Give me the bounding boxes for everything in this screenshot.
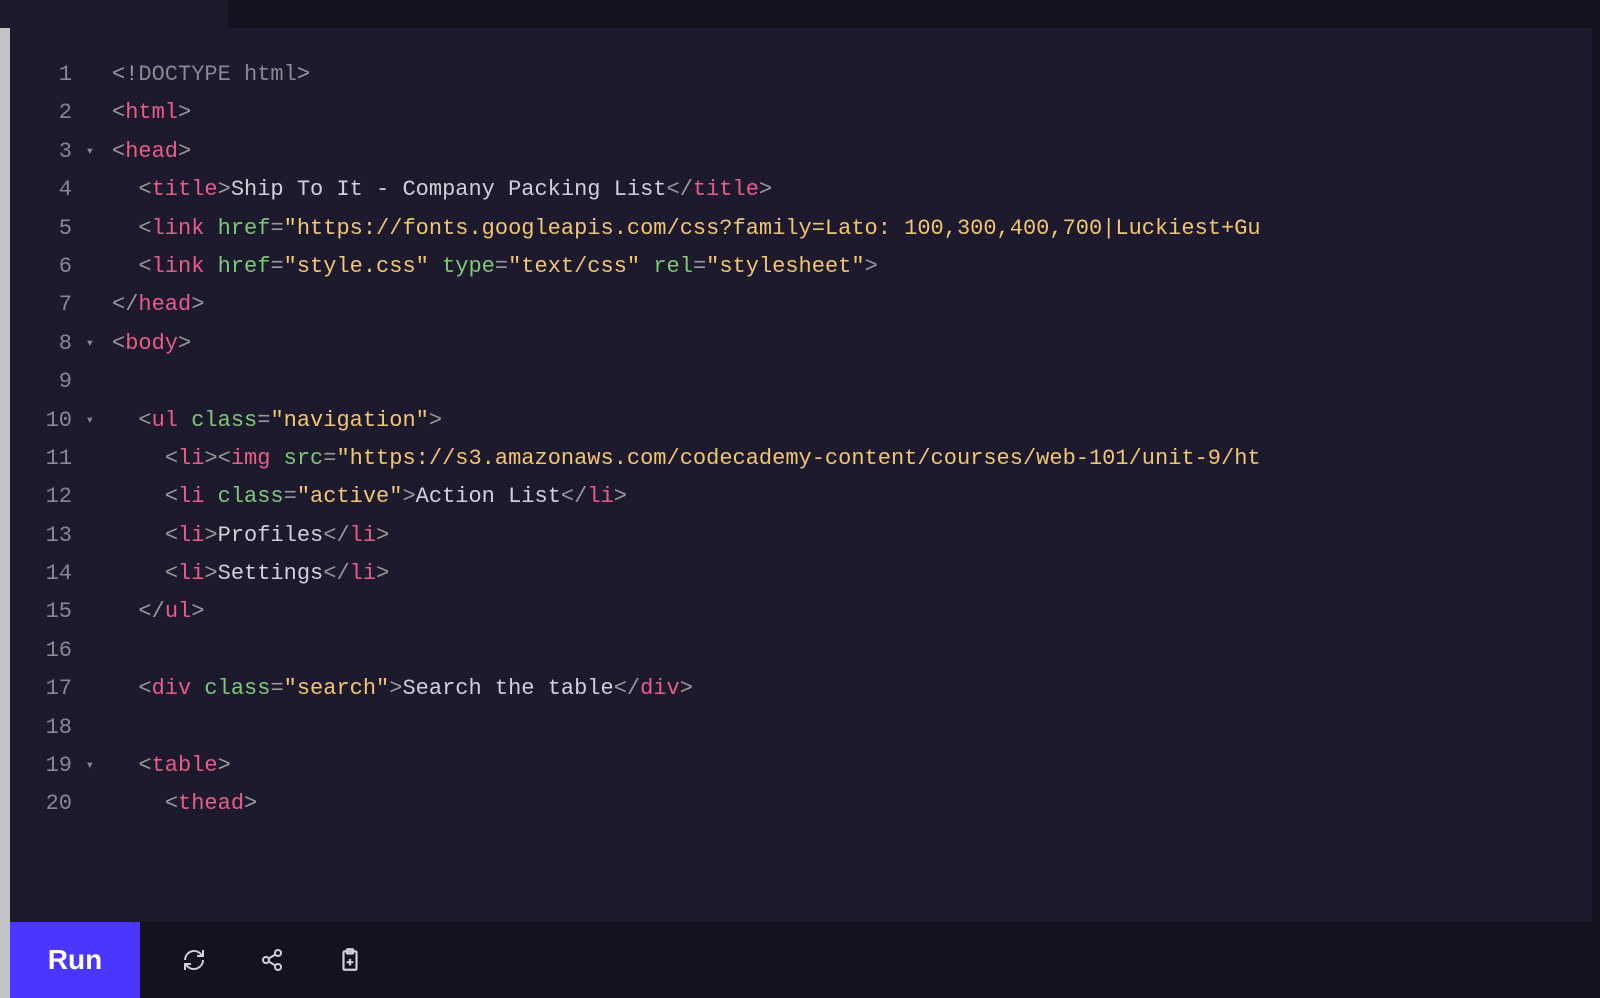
- fold-marker-icon[interactable]: ▾: [82, 133, 94, 171]
- code-line[interactable]: <html>: [112, 94, 1600, 132]
- fold-marker-icon[interactable]: ▾: [82, 325, 94, 363]
- code-line[interactable]: <li>Profiles</li>: [112, 517, 1600, 555]
- bottom-toolbar: Run: [0, 922, 1600, 998]
- code-line[interactable]: <!DOCTYPE html>: [112, 56, 1600, 94]
- line-number[interactable]: 20: [10, 785, 112, 823]
- line-number[interactable]: 9: [10, 363, 112, 401]
- line-number[interactable]: 2: [10, 94, 112, 132]
- code-area[interactable]: <!DOCTYPE html><html><head> <title>Ship …: [112, 28, 1600, 922]
- left-margin: [0, 28, 10, 922]
- code-line[interactable]: [112, 363, 1600, 401]
- tab-bar: [0, 0, 1600, 28]
- code-line[interactable]: <li class="active">Action List</li>: [112, 478, 1600, 516]
- line-number[interactable]: 14: [10, 555, 112, 593]
- refresh-icon[interactable]: [180, 946, 208, 974]
- code-line[interactable]: <head>: [112, 133, 1600, 171]
- code-line[interactable]: [112, 709, 1600, 747]
- line-number[interactable]: 3▾: [10, 133, 112, 171]
- gutter[interactable]: 123▾45678▾910▾111213141516171819▾20: [10, 28, 112, 922]
- code-line[interactable]: <div class="search">Search the table</di…: [112, 670, 1600, 708]
- code-line[interactable]: </head>: [112, 286, 1600, 324]
- code-line[interactable]: <thead>: [112, 785, 1600, 823]
- code-line[interactable]: [112, 632, 1600, 670]
- tab-active-area[interactable]: [0, 0, 228, 28]
- code-line[interactable]: <li>Settings</li>: [112, 555, 1600, 593]
- left-margin-bottom: [0, 922, 10, 998]
- line-number[interactable]: 15: [10, 593, 112, 631]
- code-line[interactable]: </ul>: [112, 593, 1600, 631]
- run-button-label: Run: [48, 944, 102, 976]
- code-line[interactable]: <table>: [112, 747, 1600, 785]
- line-number[interactable]: 7: [10, 286, 112, 324]
- line-number[interactable]: 4: [10, 171, 112, 209]
- line-number[interactable]: 12: [10, 478, 112, 516]
- code-line[interactable]: <ul class="navigation">: [112, 402, 1600, 440]
- editor: 123▾45678▾910▾111213141516171819▾20 <!DO…: [0, 28, 1600, 922]
- line-number[interactable]: 10▾: [10, 402, 112, 440]
- code-line[interactable]: <link href="https://fonts.googleapis.com…: [112, 210, 1600, 248]
- vertical-scrollbar[interactable]: [1592, 28, 1600, 922]
- line-number[interactable]: 13: [10, 517, 112, 555]
- line-number[interactable]: 1: [10, 56, 112, 94]
- line-number[interactable]: 5: [10, 210, 112, 248]
- code-line[interactable]: <title>Ship To It - Company Packing List…: [112, 171, 1600, 209]
- line-number[interactable]: 6: [10, 248, 112, 286]
- fold-marker-icon[interactable]: ▾: [82, 747, 94, 785]
- code-line[interactable]: <li><img src="https://s3.amazonaws.com/c…: [112, 440, 1600, 478]
- toolbar-icons: [180, 946, 364, 974]
- code-line[interactable]: <body>: [112, 325, 1600, 363]
- share-icon[interactable]: [258, 946, 286, 974]
- line-number[interactable]: 18: [10, 709, 112, 747]
- clipboard-icon[interactable]: [336, 946, 364, 974]
- line-number[interactable]: 19▾: [10, 747, 112, 785]
- fold-marker-icon[interactable]: ▾: [82, 402, 94, 440]
- line-number[interactable]: 11: [10, 440, 112, 478]
- line-number[interactable]: 17: [10, 670, 112, 708]
- run-button[interactable]: Run: [10, 922, 140, 998]
- line-number[interactable]: 16: [10, 632, 112, 670]
- code-line[interactable]: <link href="style.css" type="text/css" r…: [112, 248, 1600, 286]
- line-number[interactable]: 8▾: [10, 325, 112, 363]
